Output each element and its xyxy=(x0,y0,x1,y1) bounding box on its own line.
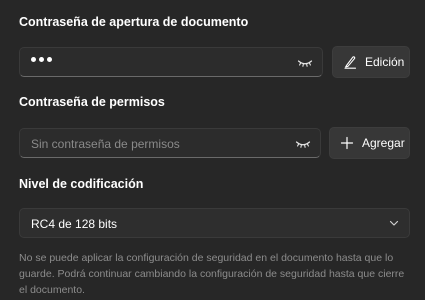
edit-button[interactable]: Edición xyxy=(332,46,410,78)
permissions-password-placeholder: Sin contraseña de permisos xyxy=(31,137,180,151)
plus-icon xyxy=(340,136,354,150)
permissions-password-field[interactable]: Sin contraseña de permisos xyxy=(19,128,321,158)
encryption-level-dropdown[interactable]: RC4 de 128 bits xyxy=(19,208,410,238)
edit-button-label: Edición xyxy=(365,55,405,69)
open-password-label: Contraseña de apertura de documento xyxy=(19,15,249,29)
security-note: No se puede aplicar la configuración de … xyxy=(19,252,405,296)
chevron-down-icon xyxy=(389,220,399,226)
reveal-password-icon[interactable] xyxy=(297,57,313,69)
permissions-password-label: Contraseña de permisos xyxy=(19,95,165,109)
encryption-level-selected: RC4 de 128 bits xyxy=(31,217,118,231)
encryption-level-label: Nivel de codificación xyxy=(19,177,144,191)
open-password-field[interactable] xyxy=(19,47,323,77)
pencil-icon xyxy=(344,56,357,69)
add-button-label: Agregar xyxy=(362,136,405,150)
password-mask xyxy=(31,57,52,62)
reveal-password-icon[interactable] xyxy=(295,138,311,150)
add-button[interactable]: Agregar xyxy=(329,127,410,159)
